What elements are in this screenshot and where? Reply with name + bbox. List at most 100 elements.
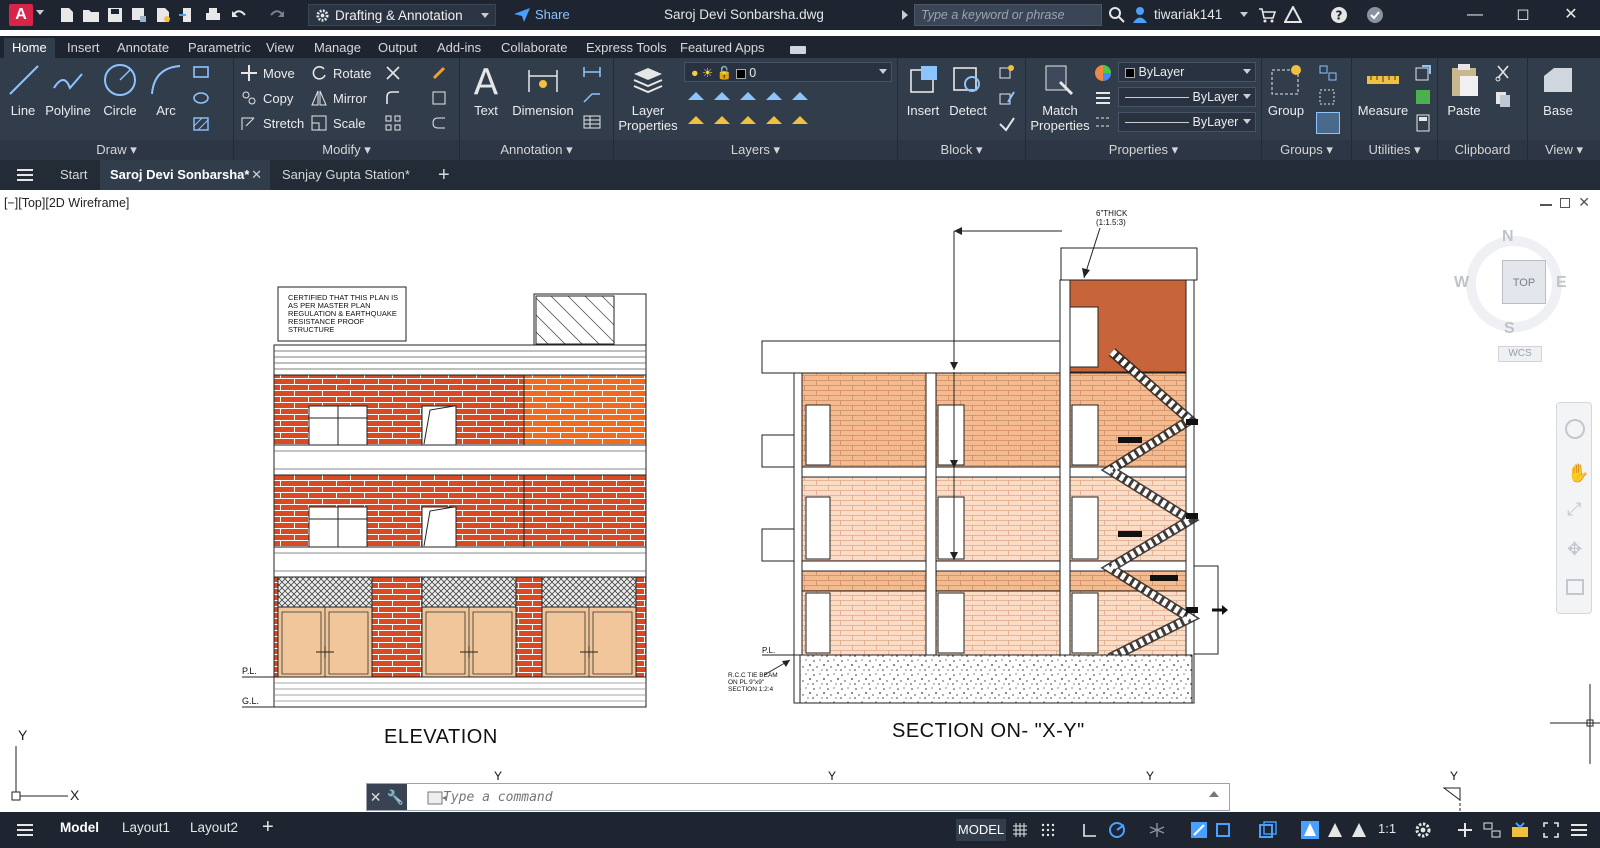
minimize-button[interactable]: — [1452,0,1498,30]
copy-clip-icon[interactable] [1494,90,1512,108]
measure-tool[interactable]: Measure [1354,62,1412,118]
hatch-icon[interactable] [192,116,210,132]
autodesk-app-icon[interactable] [1284,6,1302,24]
paste-tool[interactable]: Paste [1442,62,1486,118]
annotation-panel-title[interactable]: Annotation ▾ [460,140,613,160]
clipboard-panel-title[interactable]: Clipboard [1438,140,1527,160]
block-panel-title[interactable]: Block ▾ [898,140,1025,160]
search-icon[interactable] [1108,6,1126,24]
share-button[interactable]: Share [514,7,570,22]
autocad-logo[interactable]: A [9,4,33,26]
close-tab-icon[interactable]: ✕ [251,160,262,190]
polyline-tool[interactable]: Polyline [42,62,94,118]
tab-other-drawing[interactable]: Sanjay Gupta Station* [272,160,420,190]
leader-icon[interactable] [582,88,602,104]
erase-icon[interactable] [430,64,448,82]
model-space-button[interactable]: MODEL [956,819,1006,841]
groups-panel-title[interactable]: Groups ▾ [1262,140,1351,160]
tab-home[interactable]: Home [4,38,55,58]
help-icon[interactable]: ? [1330,6,1348,24]
quick-select-icon[interactable] [1414,64,1432,82]
expand-search-icon[interactable] [902,10,908,20]
layout-menu-icon[interactable] [16,823,34,837]
wcs-menu[interactable]: WCS [1498,346,1542,362]
viewcube-top-face[interactable]: TOP [1502,260,1546,304]
tab-start[interactable]: Start [50,160,97,190]
layer-tools-row-1[interactable] [684,88,894,106]
cut-icon[interactable] [1494,64,1512,82]
tab-model[interactable]: Model [60,820,99,835]
ellipse-icon[interactable] [192,90,210,106]
utilities-panel-title[interactable]: Utilities ▾ [1352,140,1437,160]
object-snap-icon[interactable] [1214,821,1232,839]
arc-tool[interactable]: Arc [148,62,184,118]
showmotion-icon[interactable] [1566,579,1584,595]
ribbon-display-toggle[interactable] [782,40,814,60]
help-search-input[interactable]: Type a keyword or phrase [914,4,1102,26]
user-icon[interactable] [1132,6,1148,24]
snap-icon[interactable] [1040,822,1056,838]
autodesk-assistant-icon[interactable] [1366,6,1384,24]
layer-properties-tool[interactable]: Layer Properties [618,62,678,133]
compass-south[interactable]: S [1504,320,1515,338]
command-input[interactable] [443,789,1163,805]
compass-west[interactable]: W [1454,274,1469,292]
color-dropdown[interactable]: ByLayer [1118,62,1256,82]
undo-icon[interactable] [230,6,248,24]
annotation-visibility-icon[interactable] [1300,820,1320,840]
rectangle-icon[interactable] [192,64,210,80]
tab-add-ins[interactable]: Add-ins [429,38,489,58]
tab-parametric[interactable]: Parametric [180,38,259,58]
close-command-icon[interactable]: ✕ [370,789,382,806]
tab-collaborate[interactable]: Collaborate [493,38,576,58]
app-menu-chevron-icon[interactable] [36,10,44,15]
view-panel-title[interactable]: View ▾ [1528,140,1600,160]
lineweight-icon[interactable] [1094,90,1112,106]
calculator-icon[interactable] [1414,114,1432,132]
maximize-button[interactable]: ◻ [1500,0,1546,30]
group-edit-icon[interactable] [1318,88,1338,106]
table-icon[interactable] [582,114,602,130]
orbit-icon[interactable]: ✥ [1567,539,1582,560]
explode-icon[interactable] [430,89,448,107]
polar-tracking-icon[interactable] [1108,821,1126,839]
color-wheel-icon[interactable] [1094,64,1112,82]
create-block-icon[interactable] [998,64,1016,80]
draw-panel-title[interactable]: Draw ▾ [0,140,233,160]
tab-insert[interactable]: Insert [59,38,108,58]
quick-properties-icon[interactable] [1510,821,1530,839]
settings-gear-icon[interactable] [1414,821,1432,839]
layer-tools-row-2[interactable] [684,112,894,130]
move-tool[interactable]: Move [240,62,295,84]
open-file-icon[interactable] [82,6,100,24]
mirror-tool[interactable]: Mirror [310,87,367,109]
print-icon[interactable] [204,6,222,24]
tab-express-tools[interactable]: Express Tools [578,38,675,58]
modify-panel-title[interactable]: Modify ▾ [234,140,459,160]
compass-north[interactable]: N [1502,228,1514,246]
customize-command-icon[interactable]: 🔧 [387,789,404,806]
insert-tool[interactable]: Insert [902,62,944,118]
copy-tool[interactable]: Copy [240,87,293,109]
group-tool[interactable]: Group [1266,62,1306,118]
selection-cycling-icon[interactable] [1258,821,1278,839]
user-menu-chevron-icon[interactable] [1240,12,1248,17]
edit-block-icon[interactable] [998,90,1016,106]
tab-layout2[interactable]: Layout2 [190,820,238,835]
ungroup-icon[interactable] [1318,64,1338,82]
new-tab-button[interactable]: + [428,160,460,190]
fullscreen-icon[interactable] [1542,821,1560,839]
scale-tool[interactable]: Scale [310,112,366,134]
tab-annotate[interactable]: Annotate [109,38,177,58]
ortho-icon[interactable] [1082,822,1098,838]
close-button[interactable]: ✕ [1548,0,1594,30]
array-icon[interactable] [384,114,402,132]
layers-panel-title[interactable]: Layers ▾ [614,140,897,160]
circle-tool[interactable]: Circle [100,62,140,118]
save-as-icon[interactable] [130,6,148,24]
command-history-icon[interactable] [427,790,447,806]
annotation-scale-value[interactable]: 1:1 [1378,821,1396,836]
auto-scale-icon[interactable] [1326,821,1344,839]
customization-icon[interactable] [1570,823,1588,837]
offset-icon[interactable] [430,114,448,132]
